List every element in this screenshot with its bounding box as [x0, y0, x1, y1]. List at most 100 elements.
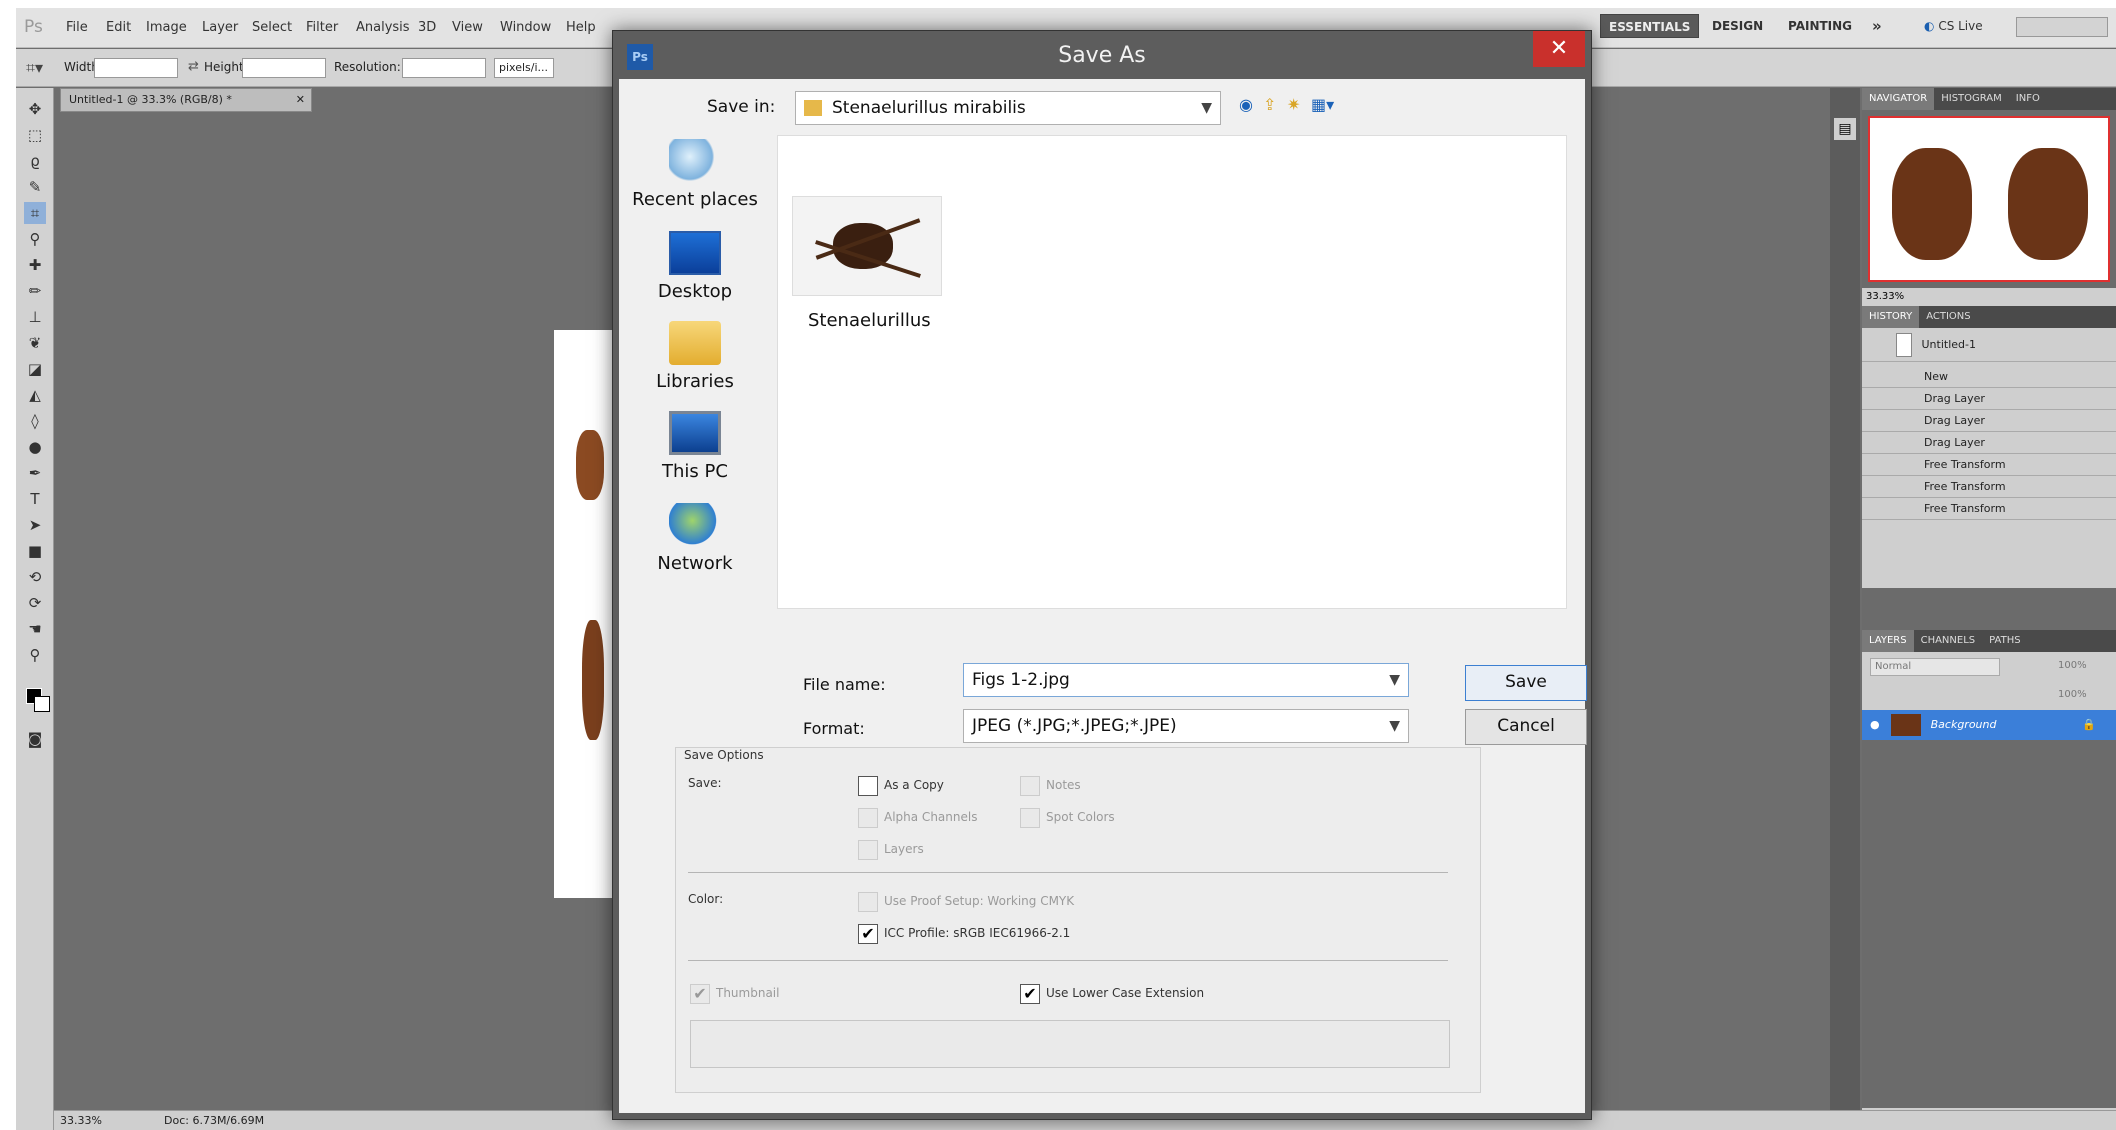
file-name-input[interactable]: Figs 1-2.jpg ▼ [963, 663, 1409, 697]
blend-mode-select[interactable]: Normal [1870, 658, 2000, 676]
place-desktop[interactable]: Desktop [625, 231, 765, 302]
layer-row-background[interactable]: ● Background 🔒 [1862, 710, 2116, 740]
layers-checkbox[interactable] [858, 840, 878, 860]
thumbnail-checkbox[interactable]: ✔ [690, 984, 710, 1004]
menu-layer[interactable]: Layer [202, 20, 238, 35]
cs-live-button[interactable]: ◐ CS Live [1924, 14, 1983, 38]
resolution-input[interactable] [402, 58, 486, 78]
history-item[interactable]: Free Transform [1862, 454, 2116, 476]
path-select-tool-icon[interactable]: ➤ [24, 514, 46, 536]
eraser-tool-icon[interactable]: ◪ [24, 358, 46, 380]
menu-select[interactable]: Select [252, 20, 292, 35]
background-color-swatch[interactable] [34, 696, 50, 712]
eye-icon[interactable]: ● [1870, 718, 1880, 731]
3d-rotate-tool-icon[interactable]: ⟲ [24, 566, 46, 588]
fill-value[interactable]: 100% [2058, 689, 2087, 700]
close-tab-icon[interactable]: ✕ [296, 89, 305, 111]
dodge-tool-icon[interactable]: ● [24, 436, 46, 458]
icc-profile-checkbox[interactable]: ✔ [858, 924, 878, 944]
marquee-tool-icon[interactable]: ⬚ [24, 124, 46, 146]
width-input[interactable] [94, 58, 178, 78]
as-a-copy-checkbox[interactable] [858, 776, 878, 796]
lower-case-extension-checkbox[interactable]: ✔ [1020, 984, 1040, 1004]
lasso-tool-icon[interactable]: ϱ [24, 150, 46, 172]
tab-info[interactable]: INFO [2009, 88, 2047, 110]
menu-filter[interactable]: Filter [306, 20, 338, 35]
navigator-zoom-bar[interactable]: 33.33% [1862, 288, 2116, 306]
document-tab[interactable]: Untitled-1 @ 33.3% (RGB/8) * ✕ [60, 88, 312, 112]
swap-icon[interactable]: ⇄ [188, 59, 199, 74]
pen-tool-icon[interactable]: ✒ [24, 462, 46, 484]
place-this-pc[interactable]: This PC [625, 411, 765, 482]
quick-select-tool-icon[interactable]: ✎ [24, 176, 46, 198]
navigator-zoom-value[interactable]: 33.33% [1866, 291, 1904, 302]
units-select[interactable]: pixels/i... [494, 58, 554, 78]
type-tool-icon[interactable]: T [24, 488, 46, 510]
healing-tool-icon[interactable]: ✚ [24, 254, 46, 276]
opacity-value[interactable]: 100% [2058, 660, 2087, 671]
zoom-tool-icon[interactable]: ⚲ [24, 644, 46, 666]
navigator-preview[interactable] [1862, 110, 2116, 288]
workspace-painting[interactable]: PAINTING [1788, 14, 1852, 38]
workspace-more-button[interactable]: » [1872, 14, 1882, 38]
crop-tool-icon[interactable]: ⌗▾ [26, 58, 43, 78]
tab-channels[interactable]: CHANNELS [1914, 630, 1983, 652]
blur-tool-icon[interactable]: ◊ [24, 410, 46, 432]
save-button[interactable]: Save [1465, 665, 1587, 701]
brush-tool-icon[interactable]: ✏ [24, 280, 46, 302]
height-input[interactable] [242, 58, 326, 78]
tab-navigator[interactable]: NAVIGATOR [1862, 88, 1935, 110]
history-item[interactable]: Free Transform [1862, 498, 2116, 520]
notes-checkbox[interactable] [1020, 776, 1040, 796]
close-button[interactable]: ✕ [1533, 31, 1585, 67]
menu-file[interactable]: File [66, 20, 88, 35]
menu-window[interactable]: Window [500, 20, 551, 35]
save-in-combo[interactable]: Stenaelurillus mirabilis ▼ [795, 91, 1221, 125]
history-brush-icon[interactable]: ❦ [24, 332, 46, 354]
zoom-level[interactable]: 33.33% [60, 1111, 102, 1130]
tab-paths[interactable]: PATHS [1982, 630, 2027, 652]
new-folder-icon[interactable]: ✷ [1287, 95, 1300, 114]
workspace-design[interactable]: DESIGN [1712, 14, 1763, 38]
menu-image[interactable]: Image [146, 20, 187, 35]
up-folder-icon[interactable]: ⇪ [1263, 95, 1276, 114]
menu-analysis[interactable]: Analysis [356, 20, 410, 35]
chevron-down-icon[interactable]: ▼ [1389, 664, 1400, 696]
file-list[interactable]: Stenaelurillus [777, 135, 1567, 609]
file-item-label[interactable]: Stenaelurillus [808, 310, 931, 331]
gradient-tool-icon[interactable]: ◭ [24, 384, 46, 406]
cancel-button[interactable]: Cancel [1465, 709, 1587, 745]
menu-edit[interactable]: Edit [106, 20, 131, 35]
stamp-tool-icon[interactable]: ⊥ [24, 306, 46, 328]
alpha-channels-checkbox[interactable] [858, 808, 878, 828]
use-proof-setup-checkbox[interactable] [858, 892, 878, 912]
crop-tool-icon[interactable]: ⌗ [24, 202, 46, 224]
move-tool-icon[interactable]: ✥ [24, 98, 46, 120]
history-snapshot[interactable]: Untitled-1 [1862, 328, 2116, 362]
menu-view[interactable]: View [452, 20, 483, 35]
history-item[interactable]: New [1862, 366, 2116, 388]
format-select[interactable]: JPEG (*.JPG;*.JPEG;*.JPE) ▼ [963, 709, 1409, 743]
file-thumbnail[interactable] [792, 196, 942, 296]
history-item[interactable]: Drag Layer [1862, 432, 2116, 454]
history-item[interactable]: Free Transform [1862, 476, 2116, 498]
place-libraries[interactable]: Libraries [625, 321, 765, 392]
tab-history[interactable]: HISTORY [1862, 306, 1920, 328]
place-network[interactable]: Network [625, 503, 765, 574]
history-item[interactable]: Drag Layer [1862, 388, 2116, 410]
navigator-view-box[interactable] [1868, 116, 2110, 282]
eyedropper-tool-icon[interactable]: ⚲ [24, 228, 46, 250]
back-icon[interactable]: ◉ [1239, 95, 1253, 114]
history-item[interactable]: Drag Layer [1862, 410, 2116, 432]
menu-3d[interactable]: 3D [418, 20, 436, 35]
history-panel-icon[interactable]: ▤ [1834, 118, 1856, 140]
spot-colors-checkbox[interactable] [1020, 808, 1040, 828]
tab-actions[interactable]: ACTIONS [1919, 306, 1977, 328]
tab-layers[interactable]: LAYERS [1862, 630, 1914, 652]
tab-histogram[interactable]: HISTOGRAM [1934, 88, 2009, 110]
3d-orbit-tool-icon[interactable]: ⟳ [24, 592, 46, 614]
place-recent[interactable]: Recent places [625, 139, 765, 210]
shape-tool-icon[interactable]: ■ [24, 540, 46, 562]
workspace-essentials[interactable]: ESSENTIALS [1600, 14, 1700, 38]
view-menu-icon[interactable]: ▦▾ [1311, 95, 1334, 114]
